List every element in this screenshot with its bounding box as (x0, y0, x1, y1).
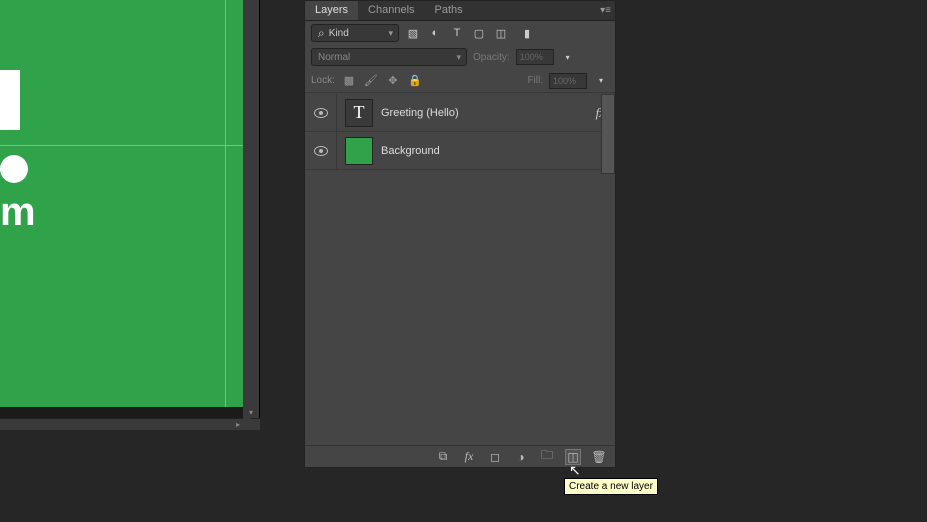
link-layers-icon[interactable]: ⧉ (435, 449, 451, 465)
lock-pixels-icon[interactable]: 🖌 (363, 73, 379, 89)
canvas-area: m ▾ ▸ (0, 0, 260, 430)
panel-menu-icon[interactable]: ▾≡ (600, 5, 611, 16)
tooltip: Create a new layer (564, 478, 658, 495)
kind-label: Kind (329, 28, 349, 39)
guide-vertical[interactable] (225, 0, 226, 407)
layer-thumbnail-text[interactable]: T (345, 99, 373, 127)
lock-label: Lock: (311, 75, 335, 86)
opacity-label: Opacity: (473, 52, 510, 63)
canvas-text: m (0, 190, 36, 235)
canvas-shape (0, 155, 28, 183)
layer-style-icon[interactable]: fx (461, 449, 477, 465)
layers-scrollbar[interactable] (601, 94, 615, 174)
filter-pixel-icon[interactable]: ▧ (405, 25, 421, 41)
adjustment-layer-icon[interactable]: ◑ (513, 449, 529, 465)
layer-visibility-toggle[interactable] (305, 132, 337, 169)
lock-transparency-icon[interactable]: ▩ (341, 73, 357, 89)
layer-name[interactable]: Greeting (Hello) (381, 107, 459, 119)
guide-horizontal[interactable] (0, 145, 244, 146)
layer-mask-icon[interactable]: ◻ (487, 449, 503, 465)
panel-footer: ⧉ fx ◻ ◑ 🗀 ◫ 🗑 (305, 445, 615, 467)
panel-tabs: Layers Channels Paths ▾≡ (305, 1, 615, 21)
layer-visibility-toggle[interactable] (305, 94, 337, 131)
filter-adjustment-icon[interactable]: ◐ (427, 25, 443, 41)
lock-row: Lock: ▩ 🖌 ✥ 🔒 Fill: 100% ▾ (305, 69, 615, 93)
blend-row: Normal Opacity: 100% ▾ (305, 45, 615, 69)
canvas-shape (0, 70, 20, 130)
delete-layer-icon[interactable]: 🗑 (591, 449, 607, 465)
tab-layers[interactable]: Layers (305, 1, 358, 20)
layer-thumbnail-image[interactable] (345, 137, 373, 165)
opacity-input[interactable]: 100% (516, 49, 554, 65)
layer-name[interactable]: Background (381, 145, 440, 157)
lock-position-icon[interactable]: ✥ (385, 73, 401, 89)
filter-row: Kind ▧ ◐ T ▢ ◫ ▮ (305, 21, 615, 45)
resize-corner[interactable] (243, 414, 251, 422)
filter-type-icon[interactable]: T (449, 25, 465, 41)
eye-icon (314, 146, 328, 156)
new-layer-icon[interactable]: ◫ (565, 449, 581, 465)
lock-all-icon[interactable]: 🔒 (407, 73, 423, 89)
canvas-content[interactable]: m (0, 0, 244, 407)
opacity-dropdown-icon[interactable]: ▾ (560, 49, 576, 65)
group-icon[interactable]: 🗀 (539, 449, 555, 465)
vertical-scrollbar[interactable]: ▾ (243, 0, 259, 430)
filter-shape-icon[interactable]: ▢ (471, 25, 487, 41)
layer-row[interactable]: T Greeting (Hello) fx (305, 94, 615, 132)
eye-icon (314, 108, 328, 118)
kind-dropdown[interactable]: Kind (311, 24, 399, 42)
fill-input[interactable]: 100% (549, 73, 587, 89)
fill-dropdown-icon[interactable]: ▾ (593, 73, 609, 89)
layers-panel: Layers Channels Paths ▾≡ Kind ▧ ◐ T ▢ ◫ … (304, 0, 616, 468)
blend-mode-dropdown[interactable]: Normal (311, 48, 467, 66)
filter-toggle-icon[interactable]: ▮ (519, 25, 535, 41)
fill-label: Fill: (527, 75, 543, 86)
tab-paths[interactable]: Paths (425, 1, 473, 20)
horizontal-scrollbar[interactable]: ▸ (0, 418, 260, 430)
layers-list: T Greeting (Hello) fx Background (305, 94, 615, 445)
layer-row[interactable]: Background (305, 132, 615, 170)
blend-mode-value: Normal (318, 52, 350, 63)
filter-smart-icon[interactable]: ◫ (493, 25, 509, 41)
tab-channels[interactable]: Channels (358, 1, 424, 20)
